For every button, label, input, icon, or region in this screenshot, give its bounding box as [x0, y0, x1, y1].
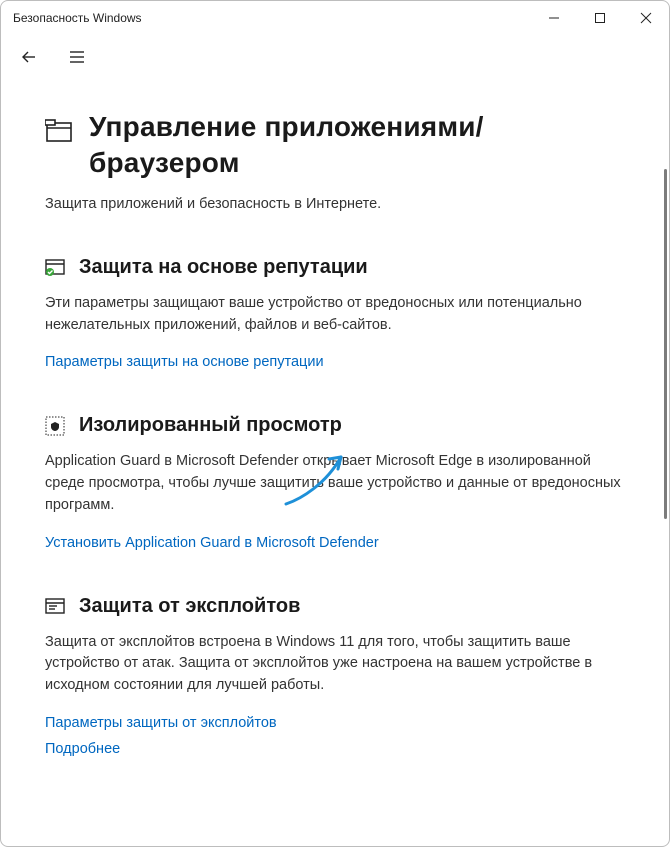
- app-window: Безопасность Windows Упр: [0, 0, 670, 847]
- link-install-app-guard[interactable]: Установить Application Guard в Microsoft…: [45, 535, 625, 551]
- scrollbar-thumb[interactable]: [664, 169, 667, 519]
- section-title-reputation: Защита на основе репутации: [79, 256, 368, 279]
- window-title: Безопасность Windows: [13, 11, 142, 25]
- section-desc-exploit: Защита от эксплойтов встроена в Windows …: [45, 632, 625, 697]
- page-content: Управление приложениями/браузером Защита…: [1, 79, 669, 846]
- section-desc-reputation: Эти параметры защищают ваше устройство о…: [45, 293, 625, 337]
- maximize-button[interactable]: [577, 1, 623, 35]
- section-isolated: Изолированный просмотр Application Guard…: [45, 414, 625, 550]
- link-exploit-settings[interactable]: Параметры защиты от эксплойтов: [45, 715, 625, 731]
- section-title-exploit: Защита от эксплойтов: [79, 595, 300, 618]
- exploit-protection-icon: [45, 596, 65, 616]
- reputation-icon: [45, 257, 65, 277]
- page-title: Управление приложениями/браузером: [89, 109, 625, 182]
- app-browser-control-icon: [45, 117, 73, 145]
- minimize-icon: [548, 12, 560, 24]
- section-exploit: Защита от эксплойтов Защита от эксплойто…: [45, 595, 625, 757]
- section-reputation: Защита на основе репутации Эти параметры…: [45, 256, 625, 371]
- back-button[interactable]: [9, 37, 49, 77]
- section-desc-isolated: Application Guard в Microsoft Defender о…: [45, 451, 625, 516]
- titlebar[interactable]: Безопасность Windows: [1, 1, 669, 35]
- link-learn-more[interactable]: Подробнее: [45, 741, 625, 757]
- menu-button[interactable]: [57, 37, 97, 77]
- close-icon: [640, 12, 652, 24]
- back-arrow-icon: [20, 48, 38, 66]
- toolbar: [1, 35, 669, 79]
- page-hero: Управление приложениями/браузером: [45, 109, 625, 182]
- link-reputation-settings[interactable]: Параметры защиты на основе репутации: [45, 354, 625, 370]
- minimize-button[interactable]: [531, 1, 577, 35]
- hamburger-icon: [68, 48, 86, 66]
- maximize-icon: [594, 12, 606, 24]
- page-subtitle: Защита приложений и безопасность в Интер…: [45, 196, 625, 212]
- section-title-isolated: Изолированный просмотр: [79, 414, 342, 437]
- close-button[interactable]: [623, 1, 669, 35]
- isolated-browsing-icon: [45, 416, 65, 436]
